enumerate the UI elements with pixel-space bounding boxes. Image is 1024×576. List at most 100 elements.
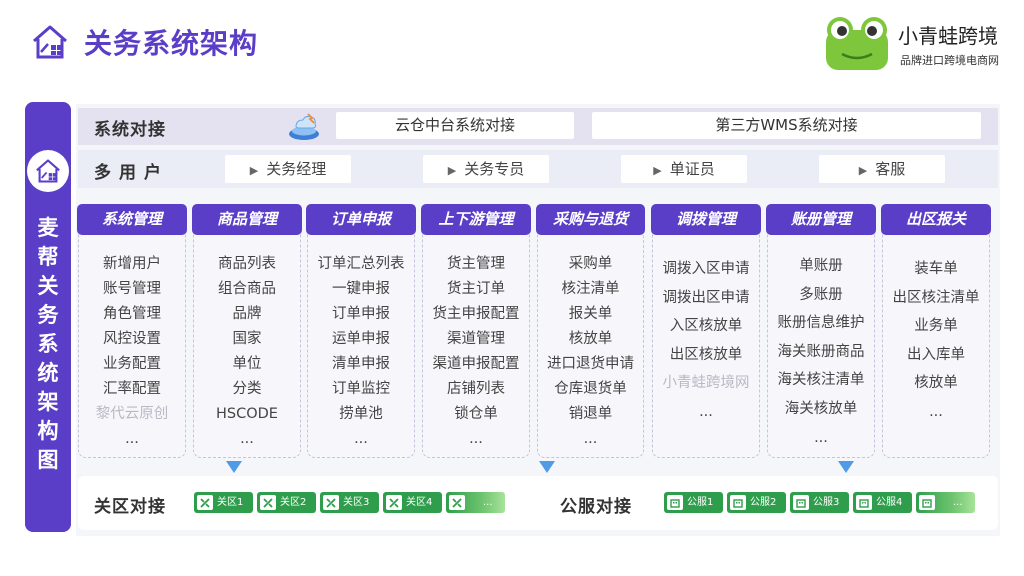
module-item: 小青蛙跨境网 <box>662 375 750 392</box>
module-item: 海关账册商品 <box>777 343 865 360</box>
module-item: 仓库退货单 <box>554 381 627 397</box>
module-item: 采购单 <box>568 256 613 272</box>
module-item: 核注清单 <box>561 281 620 297</box>
module-title: 订单申报 <box>306 204 416 235</box>
zone-chip-label: 关区4 <box>406 497 433 508</box>
module-item: 调拨出区申请 <box>662 289 750 306</box>
user-box: ▶ 关务专员 <box>423 155 549 183</box>
zone-chip: 关区1 <box>194 492 253 513</box>
system-box: 云仓中台系统对接 <box>336 112 574 139</box>
tools-icon <box>260 495 276 510</box>
down-arrow-icon <box>838 461 854 473</box>
module-item: 国家 <box>232 331 262 347</box>
zone-chip: 关区4 <box>383 492 442 513</box>
public-chip: 公服4 <box>853 492 912 513</box>
public-chip-label: 公服2 <box>750 497 777 508</box>
tools-icon <box>323 495 339 510</box>
module-title: 账册管理 <box>766 204 876 235</box>
module-item: 订单汇总列表 <box>317 256 405 272</box>
module-item: 订单申报 <box>332 306 390 322</box>
module-item: ... <box>125 431 139 447</box>
side-char: 帮 <box>37 245 59 269</box>
user-label: 客服 <box>875 160 906 178</box>
side-house-badge <box>27 150 69 192</box>
module-item: 订单监控 <box>332 381 390 397</box>
side-char: 构 <box>37 419 59 443</box>
module-item: 风控设置 <box>103 331 161 347</box>
down-arrow-icon <box>539 461 555 473</box>
module-column: 调拨管理 调拨入区申请 调拨出区申请 入区核放单 出区核放单 小青蛙跨境网 ..… <box>651 204 761 458</box>
module-item: 出入库单 <box>907 346 965 363</box>
zone-row-label: 关区对接 <box>94 497 166 517</box>
cloud-platform-icon <box>289 113 319 140</box>
public-chip: 公服1 <box>664 492 723 513</box>
system-row-label: 系统对接 <box>94 120 166 140</box>
module-item: 汇率配置 <box>103 381 161 397</box>
module-column: 账册管理 单账册 多账册 账册信息维护 海关账册商品 海关核注清单 海关核放单 … <box>766 204 876 458</box>
module-item: 新增用户 <box>103 256 161 272</box>
module-item: ... <box>240 431 254 447</box>
module-item: ... <box>929 403 943 420</box>
module-item: 销退单 <box>568 406 613 422</box>
module-item: 调拨入区申请 <box>662 261 750 277</box>
tools-icon <box>386 495 402 510</box>
module-item: 账号管理 <box>103 281 161 297</box>
module-item: 装车单 <box>914 261 958 277</box>
module-item: 清单申报 <box>332 356 390 372</box>
zone-chip-label: 关区2 <box>280 497 307 508</box>
module-item: 捞单池 <box>339 406 383 422</box>
module-item: ... <box>354 431 368 447</box>
user-box: ▶ 关务经理 <box>225 155 351 183</box>
page-title: 关务系统架构 <box>84 27 259 60</box>
module-item: 一键申报 <box>332 281 390 297</box>
module-item: 海关核注清单 <box>777 372 865 389</box>
module-title: 采购与退货 <box>536 204 645 235</box>
system-box: 第三方WMS系统对接 <box>592 112 981 139</box>
user-label: 关务经理 <box>266 160 327 178</box>
building-icon <box>730 495 746 510</box>
side-char: 麦 <box>37 216 59 240</box>
module-item: ... <box>469 431 483 447</box>
module-item: 报关单 <box>568 306 613 322</box>
public-chip-label: ... <box>953 497 963 508</box>
module-item: 店铺列表 <box>447 381 505 397</box>
play-arrow-icon: ▶ <box>249 164 259 177</box>
module-column: 订单申报 订单汇总列表 一键申报 订单申报 运单申报 清单申报 订单监控 捞单池… <box>306 204 416 458</box>
public-chip: ... <box>916 492 975 513</box>
module-title: 上下游管理 <box>421 204 531 235</box>
frog-logo-icon <box>826 17 888 70</box>
module-item: 核放单 <box>914 375 958 392</box>
public-chip-label: 公服1 <box>687 497 714 508</box>
module-item: 海关核放单 <box>784 400 858 417</box>
module-column: 商品管理 商品列表 组合商品 品牌 国家 单位 分类 HSCODE ... <box>192 204 302 458</box>
module-title: 系统管理 <box>77 204 187 235</box>
side-char: 统 <box>37 361 59 385</box>
zone-chip-label: 关区3 <box>343 497 370 508</box>
building-icon <box>667 495 683 510</box>
module-item: 单位 <box>232 356 262 372</box>
user-box: ▶ 单证员 <box>621 155 747 183</box>
building-icon <box>793 495 809 510</box>
module-title: 出区报关 <box>881 204 991 235</box>
module-item: 货主申报配置 <box>432 306 520 322</box>
brand-tagline: 品牌进口跨境电商网 <box>900 54 999 67</box>
module-item: 业务配置 <box>103 356 161 372</box>
building-icon <box>856 495 872 510</box>
module-item: 多账册 <box>799 286 843 303</box>
zone-chip: 关区2 <box>257 492 316 513</box>
zone-chip-label: 关区1 <box>217 497 244 508</box>
module-item: ... <box>699 403 713 420</box>
module-item: 单账册 <box>799 258 843 274</box>
side-char: 务 <box>37 303 59 327</box>
module-title: 调拨管理 <box>651 204 761 235</box>
user-label: 关务专员 <box>464 160 525 178</box>
house-icon <box>36 159 60 183</box>
brand-name: 小青蛙跨境 <box>898 24 998 48</box>
module-item: 入区核放单 <box>669 318 743 335</box>
public-chip: 公服2 <box>727 492 786 513</box>
down-arrow-icon <box>226 461 242 473</box>
module-item: 角色管理 <box>103 306 161 322</box>
public-row-label: 公服对接 <box>560 497 632 517</box>
module-column: 上下游管理 货主管理 货主订单 货主申报配置 渠道管理 渠道申报配置 店铺列表 … <box>421 204 531 458</box>
module-item: ... <box>583 431 598 447</box>
